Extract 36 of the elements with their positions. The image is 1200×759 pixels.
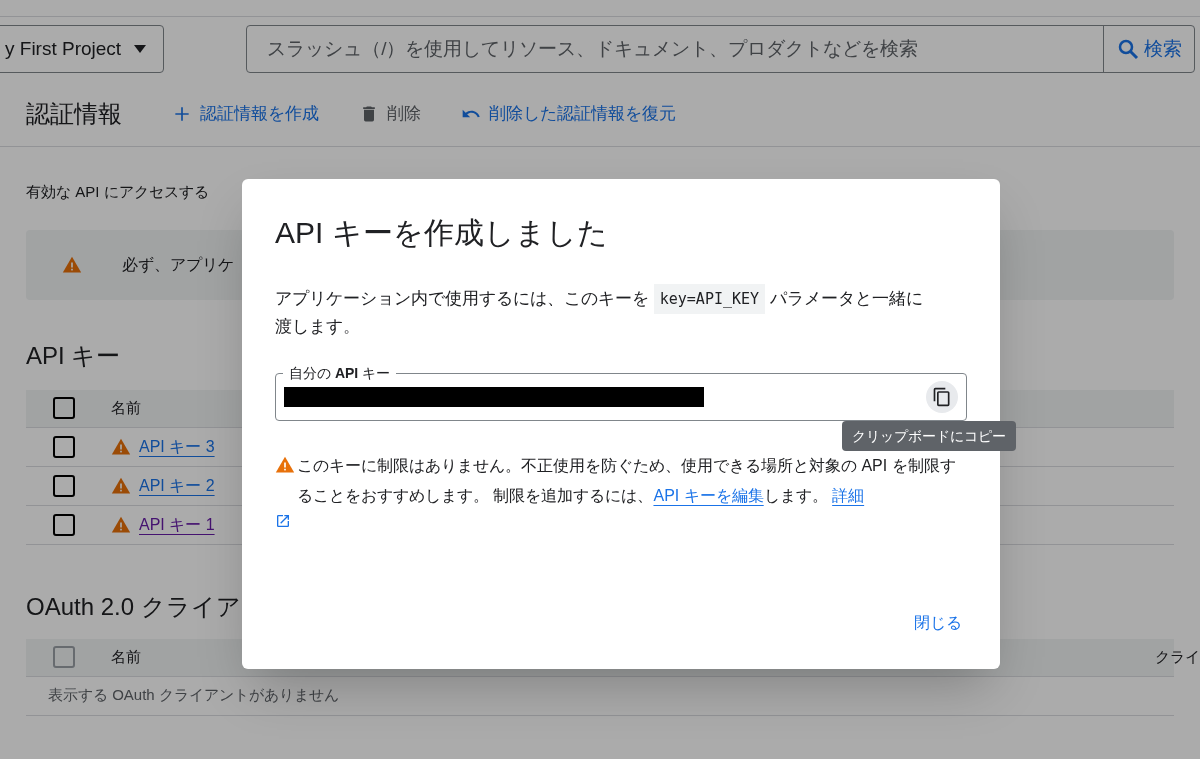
page-title: 認証情報 [26, 98, 122, 129]
close-button[interactable]: 閉じる [914, 611, 962, 635]
search-icon [1116, 37, 1140, 61]
search-button[interactable]: 検索 [1103, 26, 1194, 72]
key-link[interactable]: API キー 2 [139, 473, 215, 498]
section-title: API キー [26, 340, 121, 371]
notice-text: 必ず、アプリケ [122, 254, 234, 275]
project-selector[interactable]: y First Project [0, 25, 165, 73]
key-link[interactable]: API キー 1 [139, 512, 215, 537]
warning-text: このキーに制限はありません。不正使用を防ぐため、使用できる場所と対象の API を制限することをおすすめします。 制限を追加するには、API キーを編集します。 詳細 [297, 456, 957, 506]
dialog-description: アプリケーション内で使用するには、このキーを key=API_KEY パラメータと一緒に渡します。 [275, 285, 939, 341]
external-link-icon [275, 513, 291, 529]
column-header: クライ [1155, 646, 1200, 667]
toolbar-button[interactable]: 認証情報を作成 [172, 100, 319, 127]
dropdown-caret-icon [133, 45, 148, 53]
section-title: OAuth 2.0 クライア [26, 591, 241, 622]
column-header: 名前 [111, 646, 142, 667]
intro-text: 有効な API にアクセスする [26, 182, 210, 202]
checkbox[interactable] [53, 474, 75, 497]
empty-message: 表示する OAuth クライアントがありません [48, 685, 339, 706]
checkbox[interactable] [53, 397, 75, 419]
copy-icon [932, 387, 952, 407]
field-label: 自分の API キー [283, 363, 397, 383]
toolbar-button[interactable]: 削除した認証情報を復元 [461, 100, 676, 127]
copy-button[interactable] [926, 381, 958, 413]
search-field[interactable]: スラッシュ（/）を使用してリソース、ドキュメント、プロダクトなどを検索 検索 [246, 25, 1195, 73]
checkbox[interactable] [53, 435, 75, 458]
toolbar-button[interactable]: 削除 [359, 100, 421, 127]
warning-icon [275, 455, 295, 475]
key-link[interactable]: API キー 3 [139, 434, 215, 459]
checkbox[interactable] [53, 513, 75, 536]
details-link[interactable]: 詳細 [832, 487, 865, 504]
tooltip: クリップボードにコピー [842, 421, 1016, 451]
edit-key-link[interactable]: API キーを編集 [653, 487, 764, 504]
dialog-title: API キーを作成しました [275, 215, 609, 251]
column-header: 名前 [111, 397, 141, 418]
